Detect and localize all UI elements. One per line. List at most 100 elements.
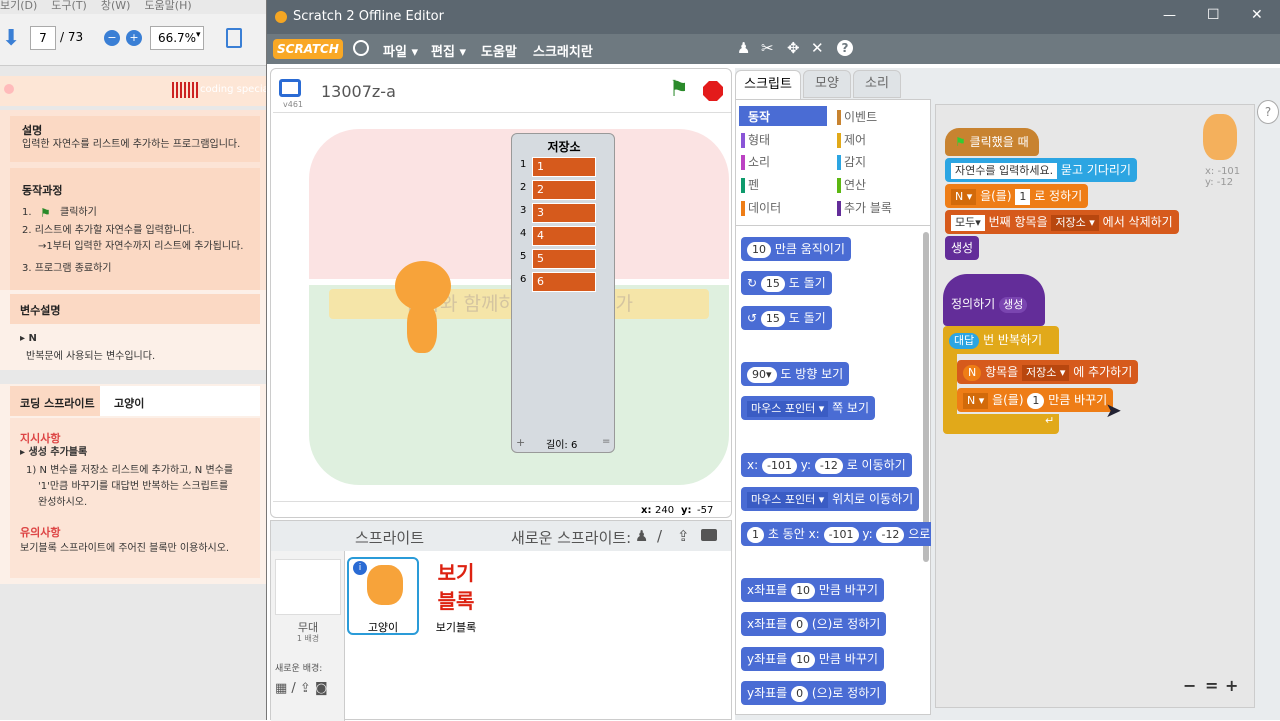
block-change-y-value[interactable]: 10: [791, 652, 816, 668]
block-move[interactable]: 10 만큼 움직이기: [741, 237, 851, 261]
stage-thumbnail[interactable]: [275, 559, 341, 615]
list-item-4[interactable]: 4: [532, 226, 596, 246]
block-turn-left-deg[interactable]: 15: [760, 311, 785, 327]
minimize-icon[interactable]: —: [1163, 8, 1176, 23]
category-events[interactable]: 이벤트: [837, 108, 877, 126]
category-motion[interactable]: 동작: [741, 108, 770, 126]
tab-costumes[interactable]: 모양: [803, 70, 851, 98]
block-set-variable[interactable]: N ▾ 을(를) 1 로 정하기: [945, 184, 1089, 208]
block-delete-list[interactable]: 저장소 ▾: [1051, 215, 1099, 231]
block-glide-x[interactable]: -101: [823, 527, 859, 543]
block-define[interactable]: 정의하기 생성: [943, 274, 1045, 326]
grow-icon[interactable]: ✥: [787, 39, 800, 57]
tab-scripts[interactable]: 스크립트: [735, 70, 801, 100]
stage-canvas[interactable]: 엄마와 함께하는 코딩 전문가 저장소 1 1 2 2 3 3 4 4 5 5 …: [273, 112, 731, 502]
zoom-reset-button[interactable]: =: [1205, 676, 1218, 695]
block-change-y[interactable]: y좌표를 10 만큼 바꾸기: [741, 647, 884, 671]
block-ask-and-wait[interactable]: 자연수를 입력하세요. 묻고 기다리기: [945, 158, 1137, 182]
category-sensing[interactable]: 감지: [837, 153, 866, 171]
block-ask-question[interactable]: 자연수를 입력하세요.: [951, 163, 1058, 179]
zoom-in-button[interactable]: +: [1225, 676, 1238, 695]
palette-scrollbar[interactable]: [923, 232, 929, 562]
zoom-out-icon[interactable]: −: [104, 30, 120, 46]
delete-icon[interactable]: ✂: [761, 39, 774, 57]
block-define-arg[interactable]: 생성: [999, 297, 1028, 313]
list-item-5[interactable]: 5: [532, 249, 596, 269]
down-arrow-icon[interactable]: ⬇: [2, 26, 20, 51]
block-when-flag-clicked[interactable]: ⚑ 클릭했을 때: [945, 128, 1039, 156]
block-delete-index[interactable]: 모두▾: [951, 215, 985, 231]
cat-sprite[interactable]: [381, 261, 461, 371]
info-icon[interactable]: i: [353, 561, 367, 575]
block-change-x-value[interactable]: 10: [791, 583, 816, 599]
save-icon[interactable]: [226, 28, 242, 48]
block-call-generate[interactable]: 생성: [945, 236, 980, 260]
category-data[interactable]: 데이터: [741, 199, 781, 217]
block-glide-secs[interactable]: 1: [747, 527, 764, 543]
block-direction-value[interactable]: 90▾: [747, 367, 777, 383]
close-icon[interactable]: ✕: [1251, 7, 1263, 23]
category-looks[interactable]: 형태: [741, 131, 770, 149]
list-item-3[interactable]: 3: [532, 203, 596, 223]
green-flag-icon[interactable]: ⚑: [669, 77, 689, 102]
chevron-down-icon[interactable]: ▾: [196, 30, 201, 40]
list-resize-handle[interactable]: =: [602, 436, 610, 447]
list-add-button[interactable]: +: [516, 436, 525, 449]
help-icon[interactable]: ?: [1257, 100, 1279, 124]
duplicate-icon[interactable]: ♟: [737, 39, 750, 57]
category-pen[interactable]: 펜: [741, 176, 759, 194]
category-operators[interactable]: 연산: [837, 176, 866, 194]
block-goto-object[interactable]: 마우스 포인터 ▾ 위치로 이동하기: [741, 487, 920, 511]
tab-sounds[interactable]: 소리: [853, 70, 901, 98]
globe-icon[interactable]: [353, 40, 369, 56]
sprite-tile-cat[interactable]: i 고양이: [347, 557, 419, 635]
block-change-variable[interactable]: N ▾ 을(를) 1 만큼 바꾸기: [957, 388, 1114, 412]
block-set-variable-name[interactable]: N ▾: [951, 189, 977, 205]
sprite-tile-view-block[interactable]: 보기 블록 보기블록: [421, 557, 491, 635]
fullscreen-icon[interactable]: [279, 79, 301, 97]
block-change-variable-name[interactable]: N ▾: [963, 393, 989, 409]
brush-icon[interactable]: /: [657, 527, 662, 545]
category-sound[interactable]: 소리: [741, 153, 770, 171]
block-repeat-count[interactable]: 대답: [949, 333, 980, 349]
list-monitor[interactable]: 저장소 1 1 2 2 3 3 4 4 5 5 6 6 + 길이: 6 =: [511, 133, 615, 453]
block-goto-y[interactable]: -12: [814, 458, 843, 474]
block-move-steps[interactable]: 10: [747, 242, 771, 258]
block-goto-object-target[interactable]: 마우스 포인터 ▾: [747, 492, 829, 508]
camera-icon[interactable]: [701, 529, 717, 541]
block-add-to-list[interactable]: N 항목을 저장소 ▾ 에 추가하기: [957, 360, 1139, 384]
project-title[interactable]: 13007z-a: [321, 82, 396, 101]
block-delete-list-item[interactable]: 모두▾ 번째 항목을 저장소 ▾ 에서 삭제하기: [945, 210, 1179, 234]
block-goto-x[interactable]: -101: [761, 458, 797, 474]
block-turn-right[interactable]: ↻ 15 도 돌기: [741, 271, 832, 295]
list-item-2[interactable]: 2: [532, 180, 596, 200]
pdf-menu-view[interactable]: 보기(D): [0, 0, 37, 12]
block-set-y[interactable]: y좌표를 0 (으)로 정하기: [741, 681, 887, 705]
block-turn-right-deg[interactable]: 15: [760, 276, 785, 292]
pdf-menu-tools[interactable]: 도구(T): [51, 0, 87, 12]
paint-sprite-icon[interactable]: ♟: [635, 527, 648, 545]
block-set-x-value[interactable]: 0: [791, 617, 809, 633]
block-turn-left[interactable]: ↺ 15 도 돌기: [741, 306, 832, 330]
block-set-variable-value[interactable]: 1: [1015, 189, 1031, 205]
category-control[interactable]: 제어: [837, 131, 866, 149]
maximize-icon[interactable]: ☐: [1207, 7, 1220, 23]
page-number-input[interactable]: 7: [30, 26, 56, 50]
block-change-variable-value[interactable]: 1: [1027, 393, 1045, 409]
shrink-icon[interactable]: ✕: [811, 39, 824, 57]
menu-about[interactable]: 스크래치란: [533, 41, 593, 60]
block-glide-y[interactable]: -12: [876, 527, 905, 543]
block-add-list[interactable]: 저장소 ▾: [1022, 365, 1070, 381]
block-glide[interactable]: 1 초 동안 x: -101 y: -12 으로: [741, 522, 931, 546]
block-add-value[interactable]: N: [963, 365, 982, 381]
block-change-x[interactable]: x좌표를 10 만큼 바꾸기: [741, 578, 884, 602]
upload-icon[interactable]: ⇪: [677, 527, 690, 545]
menu-edit[interactable]: 편집 ▾: [431, 41, 466, 60]
menu-help[interactable]: 도움말: [481, 41, 517, 60]
zoom-out-button[interactable]: −: [1183, 676, 1196, 695]
list-item-6[interactable]: 6: [532, 272, 596, 292]
block-set-y-value[interactable]: 0: [791, 686, 809, 702]
block-goto-xy[interactable]: x: -101 y: -12 로 이동하기: [741, 453, 912, 477]
zoom-in-icon[interactable]: +: [126, 30, 142, 46]
stop-icon[interactable]: [703, 81, 723, 101]
